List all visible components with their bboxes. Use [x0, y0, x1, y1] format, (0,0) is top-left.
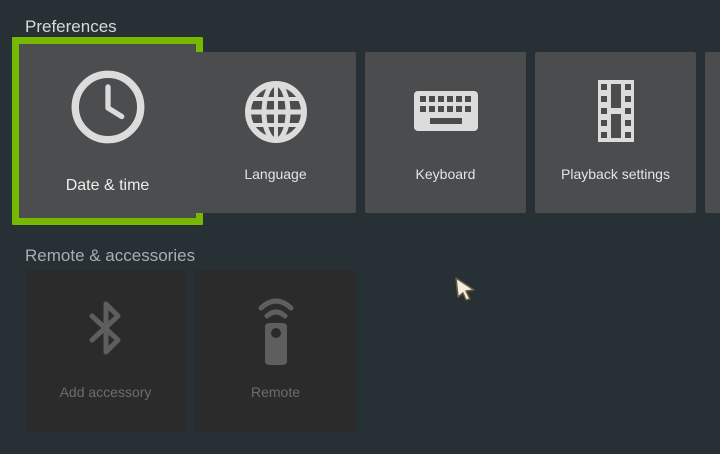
tile-label: Playback settings [561, 166, 670, 182]
tile-playback-settings[interactable]: Playback settings [535, 52, 696, 213]
tile-remote[interactable]: Remote [195, 270, 356, 432]
mouse-cursor-icon [455, 277, 475, 301]
tile-date-time[interactable]: Date & time [12, 37, 203, 225]
section-title-preferences: Preferences [25, 17, 117, 36]
tile-label: Add accessory [59, 384, 152, 400]
tile-label: Date & time [65, 177, 150, 194]
clock-icon [71, 70, 144, 144]
keyboard-icon [413, 91, 478, 131]
tile-label: Keyboard [415, 166, 476, 182]
globe-icon [244, 81, 307, 143]
tile-keyboard[interactable]: Keyboard [365, 52, 526, 213]
bluetooth-icon [89, 301, 120, 355]
tile-language[interactable]: Language [195, 52, 356, 213]
tile-add-accessory[interactable]: Add accessory [25, 270, 186, 432]
film-strip-icon [597, 80, 634, 142]
section-title-remote: Remote & accessories [25, 246, 196, 265]
tile-offscreen[interactable] [705, 52, 720, 213]
tile-label: Remote [250, 384, 301, 400]
remote-control-icon [258, 298, 293, 365]
tile-label: Language [244, 166, 307, 182]
